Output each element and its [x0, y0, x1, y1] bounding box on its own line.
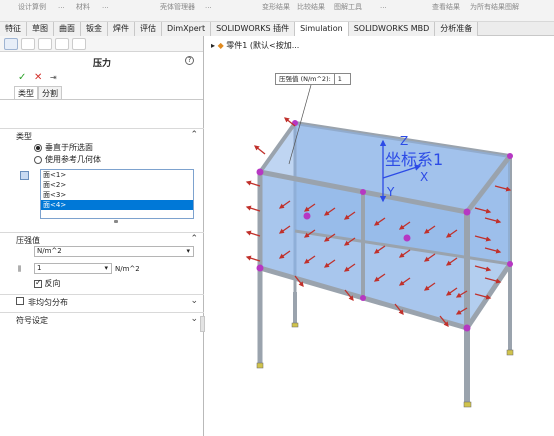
pressure-value: 1: [37, 264, 42, 272]
frame-feet: [256, 322, 514, 408]
unit-select[interactable]: N/m^2 ▾: [34, 246, 194, 257]
nonuniform-section-header[interactable]: 非均匀分布 ⌄: [0, 294, 204, 308]
chevron-down-icon[interactable]: ⌄: [190, 296, 198, 306]
radio-reference-geometry[interactable]: 使用参考几何体: [34, 154, 101, 165]
nonuniform-label: 非均匀分布: [28, 298, 68, 307]
ribbon-item[interactable]: 壳体管理器: [160, 2, 195, 12]
chevron-down-icon[interactable]: ▾: [186, 247, 190, 256]
reverse-checkbox-row[interactable]: 反向: [34, 278, 61, 289]
type-section-header[interactable]: 类型 ⌃: [0, 128, 204, 142]
tab-sheet-metal[interactable]: 钣金: [81, 22, 108, 36]
ribbon-item[interactable]: 材料: [76, 2, 90, 12]
property-manager-tab-icon[interactable]: [21, 38, 35, 50]
action-buttons: ✓ ✕ ⇥: [0, 72, 203, 86]
axis-y-label: Y: [386, 185, 395, 199]
ribbon-item[interactable]: 设计算例: [18, 2, 46, 12]
property-manager: 压力 ? ✓ ✕ ⇥ 类型 分割 类型 ⌃ 垂直于所选面 使用参考几何体 面<1…: [0, 36, 205, 436]
feature-tree-tab-icon[interactable]: [4, 38, 18, 50]
face-icon: [20, 171, 29, 180]
pressure-callout[interactable]: 压强值 (N/m^2): 1: [275, 73, 351, 85]
tab-addins[interactable]: SOLIDWORKS 插件: [211, 22, 296, 36]
help-icon[interactable]: ?: [185, 56, 194, 65]
ribbon-item[interactable]: 图解工具: [334, 2, 362, 12]
callout-label: 压强值 (N/m^2):: [279, 75, 331, 83]
radio-label: 使用参考几何体: [45, 155, 101, 164]
resize-handle-icon[interactable]: [114, 220, 118, 223]
dimxpert-tab-icon[interactable]: [55, 38, 69, 50]
ok-icon[interactable]: ✓: [18, 72, 26, 83]
tab-analysis-prep[interactable]: 分析准备: [435, 22, 479, 36]
cancel-icon[interactable]: ✕: [34, 72, 42, 83]
graphics-area[interactable]: ▸ ◆ 零件1 (默认<按加... Z X Y 坐标系1 压强值 (N/m^2)…: [205, 36, 554, 436]
tab-evaluate[interactable]: 评估: [135, 22, 162, 36]
symbol-section-header[interactable]: 符号设定 ⌄: [0, 312, 204, 326]
subtabs: 类型 分割: [0, 86, 203, 100]
face-selection-list[interactable]: 面<1> 面<2> 面<3> 面<4>: [40, 169, 194, 219]
panel-title: 压力: [92, 59, 111, 69]
ribbon-item[interactable]: 查看结果: [432, 2, 460, 12]
reverse-label: 反向: [44, 279, 61, 288]
radio-label: 垂直于所选面: [45, 143, 93, 152]
symbol-settings-label: 符号设定: [16, 316, 48, 325]
radio-normal-to-face[interactable]: 垂直于所选面: [34, 142, 93, 153]
display-tab-icon[interactable]: [72, 38, 86, 50]
pressure-section-label: 压强值: [16, 236, 40, 245]
radio-button[interactable]: [34, 143, 42, 152]
model-canvas[interactable]: Z X Y 坐标系1: [205, 36, 554, 436]
tab-dimxpert[interactable]: DimXpert: [162, 22, 212, 36]
ribbon-item[interactable]: 为所有结果图解: [470, 2, 519, 12]
configuration-tab-icon[interactable]: [38, 38, 52, 50]
pin-icon[interactable]: ⇥: [50, 73, 57, 82]
reverse-checkbox[interactable]: [34, 278, 42, 288]
panel-tabs: [0, 36, 203, 52]
nonuniform-checkbox[interactable]: [16, 297, 24, 305]
radio-button[interactable]: [34, 155, 42, 164]
pressure-unit-suffix: N/m^2: [115, 265, 140, 273]
list-item[interactable]: 面<3>: [41, 190, 193, 200]
axis-x-label: X: [420, 170, 428, 184]
ribbon-item: ...: [205, 2, 212, 10]
chevron-up-icon[interactable]: ⌃: [190, 234, 198, 244]
list-item[interactable]: 面<1>: [41, 170, 193, 180]
ribbon-item[interactable]: 比较结果: [297, 2, 325, 12]
pressure-icon: ⫼: [18, 265, 21, 273]
list-item[interactable]: 面<2>: [41, 180, 193, 190]
ribbon-item[interactable]: 变形结果: [262, 2, 290, 12]
chevron-down-icon[interactable]: ▾: [104, 264, 108, 273]
chevron-up-icon[interactable]: ⌃: [190, 130, 198, 140]
axis-z-label: Z: [400, 134, 408, 148]
pressure-section-header[interactable]: 压强值 ⌃: [0, 232, 204, 246]
tab-features[interactable]: 特征: [0, 22, 27, 36]
command-manager-tabs: 特征 草图 曲面 钣金 焊件 评估 DimXpert SOLIDWORKS 插件…: [0, 22, 554, 36]
coordinate-system-label: 坐标系1: [385, 150, 443, 169]
pressure-value-input[interactable]: 1 ▾: [34, 263, 112, 274]
ribbon: 设计算例 ... 材料 ... 壳体管理器 ... 变形结果 比较结果 图解工具…: [0, 0, 554, 22]
unit-select-value: N/m^2: [37, 247, 62, 255]
tab-type[interactable]: 类型: [14, 86, 38, 99]
tab-surfaces[interactable]: 曲面: [54, 22, 81, 36]
chevron-down-icon[interactable]: ⌄: [190, 314, 198, 324]
ribbon-item: ...: [380, 2, 387, 10]
tab-simulation[interactable]: Simulation: [295, 22, 349, 36]
callout-value[interactable]: 1: [333, 74, 350, 84]
type-section-label: 类型: [16, 132, 32, 141]
ribbon-item: ...: [102, 2, 109, 10]
list-item[interactable]: 面<4>: [41, 200, 193, 210]
tab-split[interactable]: 分割: [38, 86, 62, 99]
ribbon-item: ...: [58, 2, 65, 10]
tab-sketch[interactable]: 草图: [27, 22, 54, 36]
tab-mbd[interactable]: SOLIDWORKS MBD: [348, 22, 436, 36]
panel-header: 压力 ?: [0, 52, 203, 72]
tab-weldments[interactable]: 焊件: [108, 22, 135, 36]
